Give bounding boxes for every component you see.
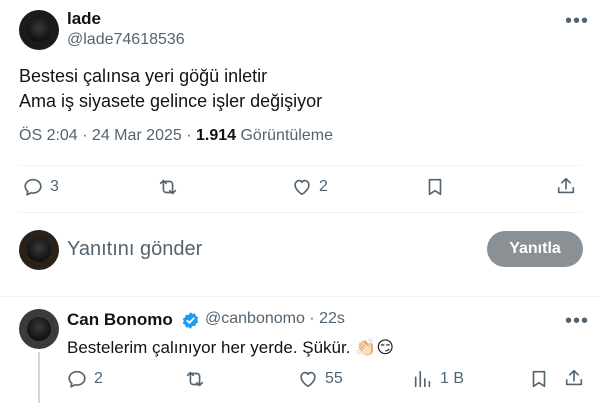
bookmark-icon xyxy=(428,178,442,196)
heart-icon xyxy=(300,371,316,388)
tweet-text-line-2: Ama iş siyasete gelince işler değişiyor xyxy=(19,91,323,111)
share-action[interactable] xyxy=(555,175,577,197)
reply-text: Bestelerim çalınıyor her yerde. Şükür. 👏… xyxy=(67,338,395,357)
reply-icon xyxy=(24,178,42,196)
more-options-icon[interactable]: ••• xyxy=(565,11,589,31)
author-display-name[interactable]: lade xyxy=(67,9,101,29)
reply-reply-count: 2 xyxy=(94,370,103,387)
thread-line xyxy=(38,352,40,403)
reply-bookmark-action[interactable] xyxy=(528,368,550,390)
retweet-icon xyxy=(159,179,177,195)
heart-icon xyxy=(294,179,310,196)
section-separator xyxy=(0,296,600,297)
reply-retweet-action[interactable] xyxy=(184,368,212,390)
share-icon xyxy=(565,369,583,386)
analytics-icon xyxy=(414,370,431,388)
reply-more-options-icon[interactable]: ••• xyxy=(565,311,589,331)
author-avatar[interactable] xyxy=(19,10,59,50)
divider xyxy=(19,165,581,166)
reply-author-name[interactable]: Can Bonomo xyxy=(67,310,173,330)
tweet-timestamp[interactable]: ÖS 2:04 · 24 Mar 2025 · xyxy=(19,127,196,144)
tweet-text-line-1: Bestesi çalınsa yeri göğü inletir xyxy=(19,66,268,86)
reply-views-action[interactable]: 1 B xyxy=(412,368,464,390)
reply-action[interactable]: 3 xyxy=(22,176,59,198)
like-action[interactable]: 2 xyxy=(291,176,328,198)
reply-views-count: 1 B xyxy=(440,370,465,387)
reply-share-action[interactable] xyxy=(563,367,585,389)
reply-like-action[interactable]: 55 xyxy=(297,368,343,390)
reply-like-count: 55 xyxy=(325,370,343,387)
bookmark-icon xyxy=(532,370,546,388)
retweet-icon xyxy=(186,371,204,387)
reply-reply-action[interactable]: 2 xyxy=(66,368,103,390)
current-user-avatar[interactable] xyxy=(19,230,59,270)
reply-input[interactable]: Yanıtını gönder xyxy=(67,238,202,261)
views-label: Görüntüleme xyxy=(236,127,333,144)
share-icon xyxy=(557,177,575,194)
like-count: 2 xyxy=(319,178,328,195)
bookmark-action[interactable] xyxy=(424,176,446,198)
reply-icon xyxy=(68,370,86,388)
retweet-action[interactable] xyxy=(157,176,185,198)
views-count: 1.914 xyxy=(195,127,237,144)
reply-author-handle[interactable]: @canbonomo · 22s xyxy=(205,310,345,328)
reply-count: 3 xyxy=(50,178,59,195)
reply-submit-button[interactable]: Yanıtla xyxy=(487,231,583,267)
reply-author-avatar[interactable] xyxy=(19,309,59,349)
author-handle[interactable]: @lade74618536 xyxy=(67,31,185,49)
tweet-meta: ÖS 2:04 · 24 Mar 2025 · 1.914 Görüntülem… xyxy=(19,127,333,145)
verified-badge-icon xyxy=(182,312,199,329)
divider xyxy=(19,212,581,213)
